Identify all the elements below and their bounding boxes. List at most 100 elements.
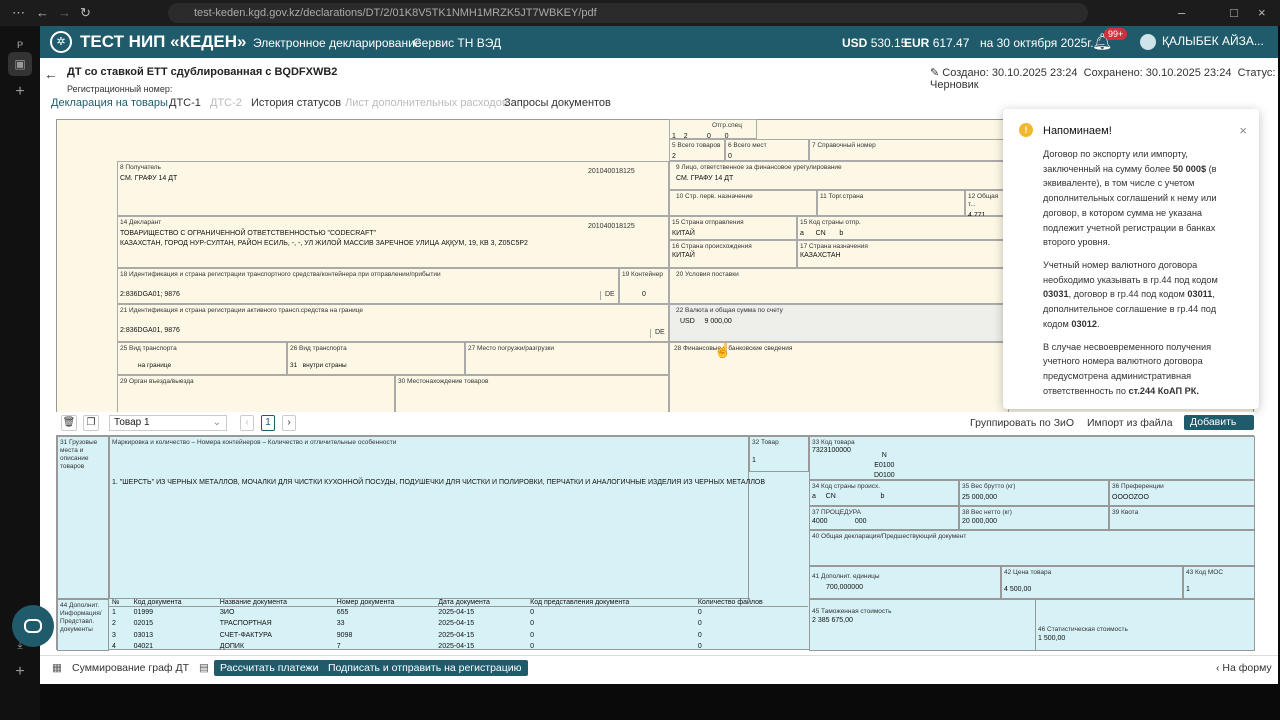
field-10[interactable]: 10 Стр. перв. назначение [669,190,817,216]
col-doc-code: Код документа [130,599,217,607]
add-good-button[interactable]: Добавить товар [1184,415,1254,443]
g26-label: 26 Вид транспорта [290,345,347,352]
next-page-button[interactable]: › [282,415,296,431]
pencil-icon[interactable]: ✎ [930,67,939,79]
field-8[interactable]: 8 Получатель 201040018125 СМ. ГРАФУ 14 Д… [117,161,669,216]
field-46[interactable]: 46 Статистическая стоимость 1 500,00 [1035,599,1255,651]
g28-label: 28 Финансовые и банковские сведения [674,345,793,352]
field-16[interactable]: 16 Страна происхождения КИТАЙ [669,240,797,268]
delete-icon[interactable]: 🗑︎ [61,415,77,431]
field-otgr-spec[interactable]: Отгр.спец 1 2 0 0 [669,119,757,140]
cell: 2025-04-15 [438,609,475,616]
prev-page-button[interactable]: ‹ [240,415,254,431]
field-36[interactable]: 36 Преференции OOOOZOO [1109,480,1255,506]
field-15[interactable]: 15 Страна отправления КИТАЙ [669,216,797,240]
page-number[interactable]: 1 [261,415,275,431]
cell: 2 [112,620,116,628]
field-37[interactable]: 37 ПРОЦЕДУРА 4000 000 [809,506,959,530]
field-14[interactable]: 14 Декларант 201040018125 ТОВАРИЩЕСТВО С… [117,216,669,268]
menu-icon[interactable]: ⋯ [12,5,25,21]
field-21[interactable]: 21 Идентификация и страна регистрации ак… [117,304,669,342]
calculate-payments-button[interactable]: Рассчитать платежи [214,660,325,676]
field-40[interactable]: 40 Общая декларация/Предшествующий докум… [809,530,1255,566]
document-icon[interactable]: ▤ [193,660,215,676]
address-bar[interactable]: test-keden.kgd.gov.kz/declarations/DT/2/… [168,3,1088,23]
table-row[interactable]: 2 02015 ТРАСПОРТНАЯ 33 2025-04-15 0 0 [109,618,808,630]
field-20[interactable]: 20 Условия поставки [669,268,1009,304]
field-41[interactable]: 41 Дополнит. единицы 700,000000 [809,566,1001,599]
field-18[interactable]: 18 Идентификация и страна регистрации тр… [117,268,619,304]
field-32[interactable]: 32 Товар 1 [749,436,809,472]
copy-icon[interactable]: ❐ [83,415,99,431]
reload-icon[interactable]: ↻ [80,5,91,21]
g15-label: 15 Страна отправления [672,219,744,226]
forward-icon[interactable]: → [58,5,71,20]
table-row[interactable]: 4 04021 ДОПИК 7 2025-04-15 0 0 [109,641,808,653]
cell: 02015 [133,620,154,628]
field-30[interactable]: 30 Местонахождение товаров [395,375,669,414]
field-31-desc[interactable]: Маркировка и количество – Номера контейн… [109,436,765,599]
eur-value: 617.47 [932,36,970,50]
field-11[interactable]: 11 Торг.страна [817,190,965,216]
back-arrow-icon[interactable]: ← [44,66,58,82]
cell: 3 [112,631,116,639]
toast-p2b: 03031 [1043,289,1069,300]
field-38[interactable]: 38 Вес нетто (кг) 20 000,000 [959,506,1109,530]
field-26[interactable]: 26 Вид транспорта 31 внутри страны [287,342,465,375]
field-22[interactable]: 22 Валюта и общая сумма по счету USD 9 00… [669,304,1009,342]
tab-status-history[interactable]: История статусов [251,97,341,109]
field-7[interactable]: 7 Справочный номер [809,139,1009,161]
tab-dts1[interactable]: ДТС-1 [169,97,201,109]
field-6[interactable]: 6 Всего мест 0 [725,139,809,161]
g34-label: 34 Код страны происх. [812,483,881,490]
close-window-icon[interactable]: × [1258,5,1266,20]
field-29[interactable]: 29 Орган въезда/выезда [117,375,395,414]
close-icon[interactable]: × [1239,121,1247,142]
tab-document-requests[interactable]: Запросы документов [504,97,611,109]
tab-dts2[interactable]: ДТС-2 [210,97,242,109]
chevron-left-icon: ‹ [1216,662,1220,674]
nav-electronic-declaration[interactable]: Электронное декларирование [253,36,421,50]
field-34[interactable]: 34 Код страны происх. a CN b [809,480,959,506]
field-9[interactable]: 9 Лицо, ответственное за финансовое урег… [669,161,1009,190]
goods-select[interactable]: Товар 1 ⌄ [109,415,227,431]
field-27[interactable]: 27 Место погрузки/разгрузки [465,342,669,375]
tab-extra-expenses[interactable]: Лист дополнительных расходов [345,97,508,109]
group-button[interactable]: Группировать по ЗиО [964,415,1080,431]
back-icon[interactable]: ← [36,5,49,20]
tab-declaration[interactable]: Декларация на товары [51,97,168,109]
doc-meta: ✎ Создано: 30.10.2025 23:24 Сохранено: 3… [930,66,1278,91]
nav-tnved-service[interactable]: Сервис ТН ВЭД [413,36,501,50]
field-25[interactable]: 25 Вид транспорта на границе [117,342,287,375]
field-44[interactable]: 44 Дополнит. Информация/ Представл. доку… [57,599,109,651]
table-row[interactable]: 1 01999 ЗИО 655 2025-04-15 0 0 [109,607,808,619]
field-45[interactable]: 45 Таможенная стоимость 2 385 675,00 [809,599,1035,651]
sum-fields-button[interactable]: Суммирование граф ДТ [66,660,195,676]
field-5[interactable]: 5 Всего товаров 2 [669,139,725,161]
created-date: Создано: 30.10.2025 23:24 [942,67,1078,79]
field-42[interactable]: 42 Цена товара 4 500,00 [1001,566,1183,599]
avatar[interactable] [1140,34,1156,50]
add-icon[interactable]: + [8,80,32,104]
field-39[interactable]: 39 Квота [1109,506,1255,530]
field-19[interactable]: 19 Контейнер 0 [619,268,669,304]
back-to-form-button[interactable]: ‹ На форму [1210,660,1278,676]
field-17[interactable]: 17 Страна назначения КАЗАХСТАН [797,240,1009,268]
calculator-icon[interactable]: ▦ [46,660,68,676]
otgr-spec-label: Отгр.спец [712,122,742,129]
app-icon[interactable]: ▣ [8,52,32,76]
field-35[interactable]: 35 Вес брутто (кг) 25 000,000 [959,480,1109,506]
field-33[interactable]: 33 Код товара 7323100000 N E0100 D0100 [809,436,1255,480]
table-row[interactable]: 3 03013 СЧЕТ-ФАКТУРА 9098 2025-04-15 0 0 [109,630,808,642]
field-15a[interactable]: 15 Код страны отпр. a CN b [797,216,1009,240]
field-31[interactable]: 31 Грузовые места и описание товаров [57,436,109,599]
g10-label: 10 Стр. перв. назначение [676,193,753,200]
import-button[interactable]: Импорт из файла [1081,415,1179,431]
minimize-icon[interactable]: – [1178,5,1185,20]
chevron-down-icon: ⌄ [212,417,221,428]
add-icon-bottom[interactable]: + [8,660,32,684]
maximize-icon[interactable]: □ [1230,5,1238,20]
sign-send-button[interactable]: Подписать и отправить на регистрацию [322,660,528,676]
field-43[interactable]: 43 Код МОС 1 [1183,566,1255,599]
user-name[interactable]: ҚАЛЫБЕК АЙЗА... [1162,34,1264,48]
